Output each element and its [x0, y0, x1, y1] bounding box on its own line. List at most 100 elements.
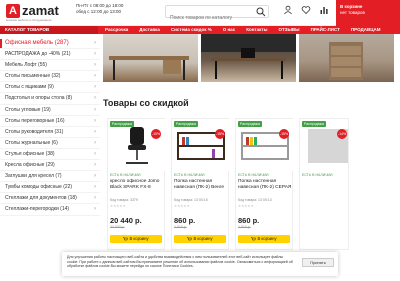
sidebar-item-office-armchairs[interactable]: Кресла офисные (29) › — [0, 160, 100, 172]
sale-tag: Распродажа — [110, 121, 134, 127]
add-to-cart-button[interactable]: В корзину — [174, 235, 226, 243]
break-line: обед с 12:00 до 13:00 — [76, 9, 121, 14]
section-title: Товары со скидкой — [103, 98, 189, 108]
catalog-button[interactable]: КАТАЛОГ ТОВАРОВ — [0, 26, 98, 34]
chevron-right-icon: › — [94, 162, 96, 169]
availability: ЕСТЬ В НАЛИЧИИ — [238, 173, 269, 177]
sidebar-item-label: Стеллажи для документов (18) — [5, 195, 77, 202]
sidebar-item-coffee-tables[interactable]: Столы журнальные (6) › — [0, 138, 100, 149]
sidebar-item-label: Столы угловые (19) — [5, 106, 51, 113]
price: 20 440 р. — [110, 216, 142, 225]
nav-item-reviews[interactable]: ОТЗЫВЫ — [278, 26, 299, 34]
search-box — [165, 5, 269, 24]
category-sidebar: Офисная мебель (287) › РАСПРОДАЖА до -40%… — [0, 38, 100, 281]
sidebar-item-executive-desks[interactable]: Столы руководителя (31) › — [0, 127, 100, 138]
promo-banners — [103, 34, 400, 84]
cart-summary[interactable]: В корзине нет товаров — [336, 0, 400, 26]
heart-icon[interactable] — [301, 5, 311, 15]
nav-item-price-list[interactable]: ПРАЙС-ЛИСТ — [311, 26, 340, 34]
sidebar-item-desks-drawers[interactable]: Столы с ящиками (9) › — [0, 82, 100, 94]
add-to-cart-label: В корзину — [129, 236, 149, 241]
chevron-right-icon: › — [94, 184, 96, 191]
sidebar-item-table-bases[interactable]: Подстолья и опоры стола (8) › — [0, 93, 100, 105]
availability: ЕСТЬ В НАЛИЧИИ — [302, 173, 333, 177]
chevron-right-icon: › — [94, 84, 96, 91]
sidebar-item-label: Столы с ящиками (9) — [5, 84, 54, 91]
discount-badge: -10% — [151, 129, 161, 139]
cart-icon — [187, 237, 193, 241]
chevron-right-icon: › — [94, 95, 96, 102]
product-code: Код товара: 3379 — [110, 198, 138, 202]
add-to-cart-button[interactable]: В корзину — [110, 235, 162, 243]
accept-cookies-button[interactable]: Принять — [302, 258, 334, 267]
cookie-text: Для улучшения работы настоящего веб-сайт… — [67, 255, 293, 269]
discount-badge: -14% — [337, 129, 347, 139]
sidebar-item-meeting-tables[interactable]: Столы переговорные (16) › — [0, 116, 100, 127]
sale-tag: Распродажа — [302, 121, 326, 127]
nav-item-discounts[interactable]: Система скидок % — [171, 26, 212, 34]
nav-item-about[interactable]: О нас — [223, 26, 235, 34]
banner-loft-desk[interactable] — [103, 34, 198, 82]
chevron-right-icon: › — [94, 195, 96, 202]
header: A zamat магазин мебели и оборудования Пн… — [0, 0, 400, 26]
sidebar-item-office-furniture[interactable]: Офисная мебель (287) › — [0, 38, 100, 50]
sidebar-item-desks[interactable]: Столы письменные (32) › — [0, 71, 100, 83]
nav-item-sellers[interactable]: ПРОДАВЦАМ — [351, 26, 381, 34]
nav-item-delivery[interactable]: Доставка — [139, 26, 160, 34]
sidebar-item-corner-desks[interactable]: Столы угловые (19) › — [0, 105, 100, 116]
sale-tag: Распродажа — [238, 121, 262, 127]
product-name[interactable]: кресло офисное Jomo Black SPARK FX-8 — [110, 179, 164, 191]
search-icon[interactable] — [256, 7, 266, 17]
product-card[interactable]: Распродажа -14% ЕСТЬ В НАЛИЧИИ — [299, 118, 349, 250]
banner-loft-office[interactable] — [201, 34, 296, 82]
add-to-cart-button[interactable]: В корзину — [238, 235, 290, 243]
product-name[interactable]: Полка настенная навесная (ПК-2) Венге — [174, 179, 228, 191]
product-cards: Распродажа -10% ЕСТЬ В НАЛИЧИИ кресло оф… — [107, 118, 349, 250]
old-price: 1 010 р. — [238, 225, 251, 229]
sidebar-item-label: Стеллажи-перегородки (14) — [5, 206, 70, 213]
logo-subtitle: магазин мебели и оборудования — [6, 18, 52, 22]
sidebar-item-document-racks[interactable]: Стеллажи для документов (18) › — [0, 193, 100, 205]
cookie-banner: Для улучшения работы настоящего веб-сайт… — [62, 252, 338, 276]
nav-item-contacts[interactable]: Контакты — [246, 26, 267, 34]
product-card[interactable]: Распродажа -15% ЕСТЬ В НАЛИЧИИ Полка нас… — [171, 118, 230, 250]
sidebar-item-label: РАСПРОДАЖА до -40% (21) — [5, 51, 71, 58]
banner-drawers[interactable] — [299, 34, 394, 82]
chevron-right-icon: › — [94, 106, 96, 113]
sidebar-item-label: Мебель Лофт (55) — [5, 62, 47, 69]
chevron-right-icon: › — [94, 139, 96, 146]
sidebar-item-label: Подстолья и опоры стола (8) — [5, 95, 73, 102]
chevron-right-icon: › — [94, 150, 96, 157]
product-name[interactable]: Полка настенная навесная (ПК-2) СЕРАЯ — [238, 179, 292, 191]
compare-icon[interactable] — [319, 5, 329, 15]
drawers-illustration — [329, 42, 363, 80]
sidebar-item-cabinets[interactable]: Тумбы комоды офисные (22) › — [0, 182, 100, 194]
chevron-right-icon: › — [94, 73, 96, 80]
desk-illustration — [109, 56, 189, 80]
availability: ЕСТЬ В НАЛИЧИИ — [110, 173, 141, 177]
add-to-cart-label: В корзину — [193, 236, 213, 241]
discount-badge: -15% — [215, 129, 225, 139]
discount-badge: -15% — [279, 129, 289, 139]
price: 860 р. — [238, 216, 260, 225]
product-card[interactable]: Распродажа -15% ЕСТЬ В НАЛИЧИИ Полка нас… — [235, 118, 294, 250]
chevron-right-icon: › — [94, 62, 96, 69]
product-card[interactable]: Распродажа -10% ЕСТЬ В НАЛИЧИИ кресло оф… — [107, 118, 166, 250]
logo[interactable]: A zamat — [6, 4, 59, 18]
chevron-right-icon: › — [94, 206, 96, 213]
product-code: Код товара: 13 00:15 — [174, 198, 208, 202]
sidebar-item-office-chairs[interactable]: Стулья офисные (38) › — [0, 149, 100, 161]
main-nav: КАТАЛОГ ТОВАРОВ Рассрочка Доставка Систе… — [0, 26, 400, 34]
nav-item-installment[interactable]: Рассрочка — [105, 26, 128, 34]
sidebar-item-label: Столы журнальные (6) — [5, 139, 58, 146]
sidebar-item-loft[interactable]: Мебель Лофт (55) › — [0, 60, 100, 72]
nav-items: Рассрочка Доставка Система скидок % О на… — [105, 26, 392, 34]
product-code: Код товара: 13 00:13 — [238, 198, 272, 202]
sidebar-item-partition-racks[interactable]: Стеллажи-перегородки (14) › — [0, 204, 100, 216]
sidebar-item-sale[interactable]: РАСПРОДАЖА до -40% (21) › — [0, 49, 100, 61]
user-icon[interactable] — [283, 5, 293, 15]
sidebar-item-label: Столы переговорные (16) — [5, 117, 65, 124]
sidebar-item-label: Столы письменные (32) — [5, 73, 61, 80]
sidebar-item-chair-caps[interactable]: Заглушки для кресел (7) › — [0, 171, 100, 183]
search-input[interactable] — [166, 12, 254, 24]
